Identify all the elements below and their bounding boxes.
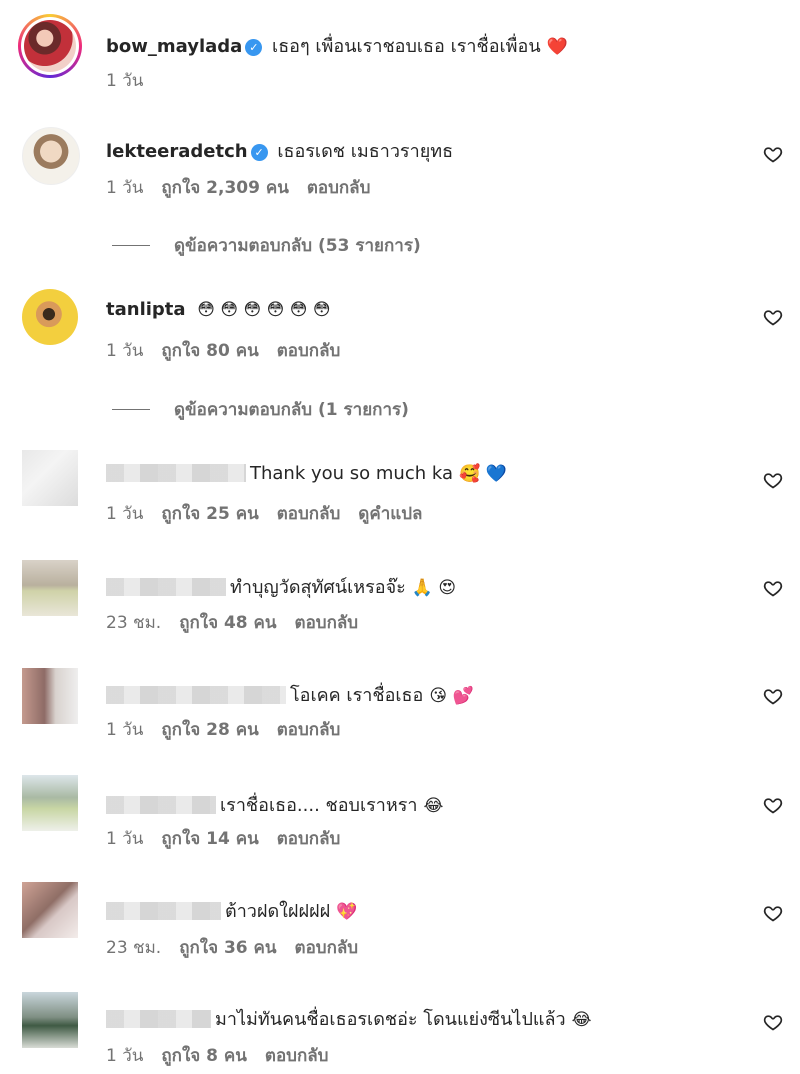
comment-emoji: 😘 💕 xyxy=(429,686,474,706)
comment-likes[interactable]: ถูกใจ 25 คน xyxy=(161,504,258,524)
heart-icon[interactable] xyxy=(763,307,783,327)
reply-button[interactable]: ตอบกลับ xyxy=(295,613,359,633)
redacted-username xyxy=(106,796,216,814)
heart-icon[interactable] xyxy=(763,686,783,706)
heart-icon[interactable] xyxy=(763,903,783,923)
verified-badge-icon: ✓ xyxy=(245,39,263,56)
comment-text: เราชื่อเธอ.... ชอบเราหรา xyxy=(220,795,418,816)
comment-likes[interactable]: ถูกใจ 8 คน xyxy=(161,1046,247,1066)
comment-likes[interactable]: ถูกใจ 36 คน xyxy=(179,938,276,958)
comment-text: โอเคค เราชื่อเธอ xyxy=(290,685,424,706)
comment-username[interactable]: lekteeradetch xyxy=(106,141,248,162)
comment-emoji: 😂 xyxy=(571,1010,592,1030)
avatar[interactable] xyxy=(22,992,78,1048)
comment-emoji: 😂 xyxy=(423,796,444,816)
comment-time: 1 วัน xyxy=(106,504,144,524)
comment-time: 1 วัน xyxy=(106,829,144,849)
comment-text: ต้าวฝดใฝฝฝฝ xyxy=(225,901,331,922)
reply-button[interactable]: ตอบกลับ xyxy=(277,341,341,361)
comment-likes[interactable]: ถูกใจ 28 คน xyxy=(161,720,258,740)
redacted-username xyxy=(106,578,226,596)
comment-time: 23 ชม. xyxy=(106,613,162,633)
avatar[interactable] xyxy=(22,127,80,185)
heart-icon[interactable] xyxy=(763,470,783,490)
reply-button[interactable]: ตอบกลับ xyxy=(277,720,341,740)
avatar[interactable] xyxy=(22,775,78,831)
reply-button[interactable]: ตอบกลับ xyxy=(277,504,341,524)
avatar[interactable] xyxy=(22,882,78,938)
divider xyxy=(112,245,150,246)
reply-button[interactable]: ตอบกลับ xyxy=(265,1046,329,1066)
comment-text: เธอๆ เพื่อนเราชอบเธอ เราชื่อเพื่อน xyxy=(272,36,541,57)
reply-button[interactable]: ตอบกลับ xyxy=(295,938,359,958)
comment-username[interactable]: bow_maylada xyxy=(106,36,242,57)
comment-text: เธอรเดช เมธาวรายุทธ xyxy=(277,141,454,162)
comment-username[interactable]: tanlipta xyxy=(106,299,186,320)
reply-button[interactable]: ตอบกลับ xyxy=(307,178,371,198)
translate-button[interactable]: ดูคำแปล xyxy=(358,504,422,524)
heart-icon[interactable] xyxy=(763,1012,783,1032)
comment-text: Thank you so much ka xyxy=(250,463,454,484)
comment-likes[interactable]: ถูกใจ 48 คน xyxy=(179,613,276,633)
comment-time: 1 วัน xyxy=(106,720,144,740)
comment-time: 1 วัน xyxy=(106,1046,144,1066)
comment-time: 1 วัน xyxy=(106,341,144,361)
comment-text: ทำบุญวัดสุทัศน์เหรอจ๊ะ xyxy=(230,577,406,598)
comment-emoji: ❤️ xyxy=(546,37,568,57)
heart-icon[interactable] xyxy=(763,795,783,815)
comment-emoji: 😳 😳 😳 😳 😳 😳 xyxy=(197,300,331,320)
redacted-username xyxy=(106,464,246,482)
avatar[interactable] xyxy=(22,560,78,616)
heart-icon[interactable] xyxy=(763,144,783,164)
comment-emoji: 🥰 💙 xyxy=(459,464,507,484)
view-replies-link[interactable]: ดูข้อความตอบกลับ (53 รายการ) xyxy=(112,232,421,259)
comment-time: 1 วัน xyxy=(106,71,144,91)
verified-badge-icon: ✓ xyxy=(250,144,268,161)
comment-likes[interactable]: ถูกใจ 14 คน xyxy=(161,829,258,849)
avatar[interactable] xyxy=(22,289,78,345)
comment-emoji: 💖 xyxy=(336,902,358,922)
comment-text: มาไม่ทันคนชื่อเธอรเดชอ่ะ โดนแย่งซีนไปแล้… xyxy=(215,1009,566,1030)
avatar[interactable] xyxy=(22,668,78,724)
comment-emoji: 🙏 😍 xyxy=(411,578,457,598)
view-replies-link[interactable]: ดูข้อความตอบกลับ (1 รายการ) xyxy=(112,396,409,423)
avatar[interactable] xyxy=(22,450,78,506)
comment-time: 23 ชม. xyxy=(106,938,162,958)
comment-time: 1 วัน xyxy=(106,178,144,198)
divider xyxy=(112,409,150,410)
redacted-username xyxy=(106,1010,211,1028)
avatar[interactable] xyxy=(18,14,82,78)
reply-button[interactable]: ตอบกลับ xyxy=(277,829,341,849)
comment-likes[interactable]: ถูกใจ 2,309 คน xyxy=(161,178,288,198)
comment-likes[interactable]: ถูกใจ 80 คน xyxy=(161,341,258,361)
heart-icon[interactable] xyxy=(763,578,783,598)
redacted-username xyxy=(106,686,286,704)
redacted-username xyxy=(106,902,221,920)
